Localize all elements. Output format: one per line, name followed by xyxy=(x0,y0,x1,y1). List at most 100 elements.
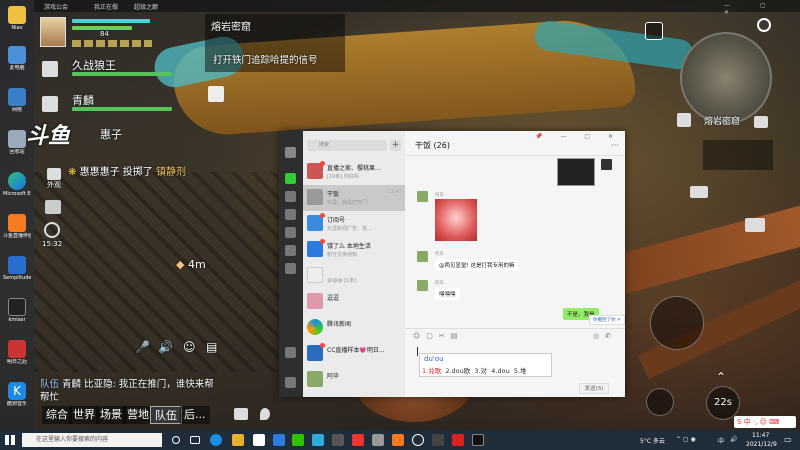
mail-icon[interactable] xyxy=(234,408,248,420)
app-icon[interactable] xyxy=(372,434,384,446)
app-icon[interactable] xyxy=(273,434,285,446)
backpack-icon[interactable] xyxy=(677,113,691,127)
shared-screenshot[interactable] xyxy=(557,158,595,186)
chevron-up-icon[interactable]: ⌃ xyxy=(716,370,726,384)
user-avatar[interactable] xyxy=(285,147,296,158)
desktop-icon-network[interactable]: 网络 xyxy=(3,88,31,113)
exit-door-icon[interactable] xyxy=(208,86,224,102)
weapon-slot[interactable] xyxy=(703,140,773,170)
volume-icon[interactable]: 🔊 xyxy=(730,436,737,443)
ime-toolbar[interactable]: S 中 ·, ☺ ⌨ xyxy=(734,416,796,428)
wechat-window[interactable]: 搜索 + 直播之家、樱桃果... [19条] 你好吗 干饭 不是，我是打开门 1… xyxy=(279,131,625,397)
camera-button[interactable] xyxy=(45,200,61,214)
chat-bubble-icon[interactable]: ▤ xyxy=(206,340,217,354)
notification-icon[interactable]: ▭ xyxy=(784,435,792,444)
window-controls[interactable]: 📌 — ▢ ✕ xyxy=(535,133,621,140)
vehicle-icon[interactable] xyxy=(690,186,708,198)
conversation-item[interactable]: 阿毕 xyxy=(303,367,405,393)
skill-button[interactable]: 22s xyxy=(706,386,740,420)
desktop-icon-kugou[interactable]: K 酷狗音乐 xyxy=(3,382,31,407)
taskbar-search[interactable]: 在这里输入你要搜索的内容 xyxy=(22,433,162,447)
moments-icon[interactable] xyxy=(285,245,296,256)
chat-tab-all[interactable]: 综合 xyxy=(42,406,72,424)
favorites-icon[interactable] xyxy=(285,209,296,220)
conversation-item[interactable]: 逗逗 xyxy=(303,289,405,315)
edge-icon[interactable] xyxy=(210,434,222,446)
gear-icon[interactable] xyxy=(44,222,60,238)
attack-button[interactable] xyxy=(650,296,704,350)
douyu-icon[interactable] xyxy=(392,434,404,446)
chat-tab-team[interactable]: 队伍 xyxy=(150,406,182,424)
conversation-item[interactable]: 饿了么 本地生活 积分兑换通知 xyxy=(303,237,405,263)
conversation-item[interactable]: 干饭 不是，我是打开门 11:47 xyxy=(303,185,405,211)
team-avatar xyxy=(42,61,58,77)
microphone-icon[interactable]: 🎤 xyxy=(135,340,150,354)
image-message[interactable] xyxy=(435,199,477,241)
ime-candidate-window[interactable]: du'ou 1.兑歌 2.dou欧 3.对 4.dou 5.堆 xyxy=(419,353,552,377)
windows-start-icon[interactable] xyxy=(5,435,15,445)
chat-tab-world[interactable]: 世界 xyxy=(69,406,99,424)
conversation-item[interactable]: 😄😄😄 [1条] xyxy=(303,263,405,289)
wechat-icon[interactable] xyxy=(292,434,304,446)
contacts-icon[interactable] xyxy=(285,191,296,202)
chat-tab-camp[interactable]: 营地 xyxy=(123,406,153,424)
desktop-icon-game[interactable]: 明日之后 xyxy=(3,340,31,365)
chat-icon[interactable] xyxy=(285,173,296,184)
text-cursor xyxy=(417,347,418,356)
outfit-button[interactable]: 外观 xyxy=(44,168,64,190)
gear-icon[interactable] xyxy=(757,18,771,32)
ime-indicator[interactable]: 中 xyxy=(718,436,724,445)
location-pin-icon[interactable] xyxy=(260,408,270,420)
desktop-icon-niav[interactable]: Niav xyxy=(3,6,31,31)
desktop-icon-douyu[interactable]: 斗鱼直播伴侣 xyxy=(3,214,31,239)
app-icon[interactable] xyxy=(253,434,265,446)
window-controls[interactable]: — ▢ ✕ xyxy=(724,2,800,16)
minimap[interactable] xyxy=(680,32,772,124)
desktop-icon-edge[interactable]: Microsoft Edge xyxy=(3,172,31,197)
photo-icon[interactable] xyxy=(754,116,768,128)
emote-icon[interactable]: ☺ xyxy=(183,340,196,354)
conversation-item[interactable]: 腾讯新闻 xyxy=(303,315,405,341)
conversation-item[interactable]: 订阅号 天涯新闻广告：我... xyxy=(303,211,405,237)
phone-icon[interactable] xyxy=(285,347,296,358)
chat-tab-scene[interactable]: 场景 xyxy=(96,406,126,424)
desktop-icon-samplitude[interactable]: Semplitude Pro X Dos... xyxy=(3,256,31,281)
avatar xyxy=(417,251,428,262)
menu-grid-icon[interactable] xyxy=(645,22,663,40)
app-icon[interactable] xyxy=(312,434,324,446)
ime-candidates[interactable]: 1.兑歌 2.dou欧 3.对 4.dou 5.堆 xyxy=(422,365,527,375)
desktop-icon-kmixer[interactable]: kmixer xyxy=(3,298,31,323)
computer-icon xyxy=(8,46,26,64)
more-options-icon[interactable]: ··· xyxy=(611,141,619,150)
weather[interactable]: 5°C 多云 xyxy=(640,436,665,445)
input-toolbar[interactable]: ☺▢✂▤ xyxy=(413,332,463,340)
taskbar-time[interactable]: 11:47 xyxy=(752,432,769,439)
wechat-search-input[interactable]: 搜索 xyxy=(307,140,387,151)
desktop-icon-this-pc[interactable]: 此电脑 xyxy=(3,46,31,71)
quest-panel[interactable]: 熔岩密窟 打开铁门追踪哈提的信号 xyxy=(205,14,345,72)
conversation-item[interactable]: 直播之家、樱桃果... [19条] 你好吗 xyxy=(303,159,405,185)
menu-icon[interactable] xyxy=(285,377,296,388)
app-icon[interactable] xyxy=(432,434,444,446)
file-explorer-icon[interactable] xyxy=(232,434,244,446)
speaker-icon[interactable]: 🔊 xyxy=(158,340,173,354)
clock-app-icon[interactable] xyxy=(412,434,424,446)
app-icon[interactable] xyxy=(352,434,364,446)
conversation-item[interactable]: CC直播样本💗明日... xyxy=(303,341,405,367)
call-icons[interactable]: ◎✆ xyxy=(593,332,617,340)
chat-tab-more[interactable]: 后... xyxy=(180,406,210,424)
send-button[interactable]: 发送(S) xyxy=(579,383,609,394)
app-icon[interactable] xyxy=(472,434,484,446)
jump-button[interactable] xyxy=(646,388,674,416)
taskbar-date[interactable]: 2021/12/9 xyxy=(746,441,777,448)
folder-icon[interactable] xyxy=(285,227,296,238)
add-button[interactable]: + xyxy=(390,140,401,151)
miniprogram-icon[interactable] xyxy=(285,263,296,274)
tray-icons[interactable]: ⌃ ▢ ◉ xyxy=(676,436,696,443)
toolbox-icon[interactable] xyxy=(745,218,765,232)
app-icon[interactable] xyxy=(452,434,464,446)
player-avatar[interactable] xyxy=(40,17,66,47)
app-icon[interactable] xyxy=(332,434,344,446)
task-view-icon[interactable] xyxy=(190,436,200,444)
cortana-icon[interactable] xyxy=(172,436,180,444)
